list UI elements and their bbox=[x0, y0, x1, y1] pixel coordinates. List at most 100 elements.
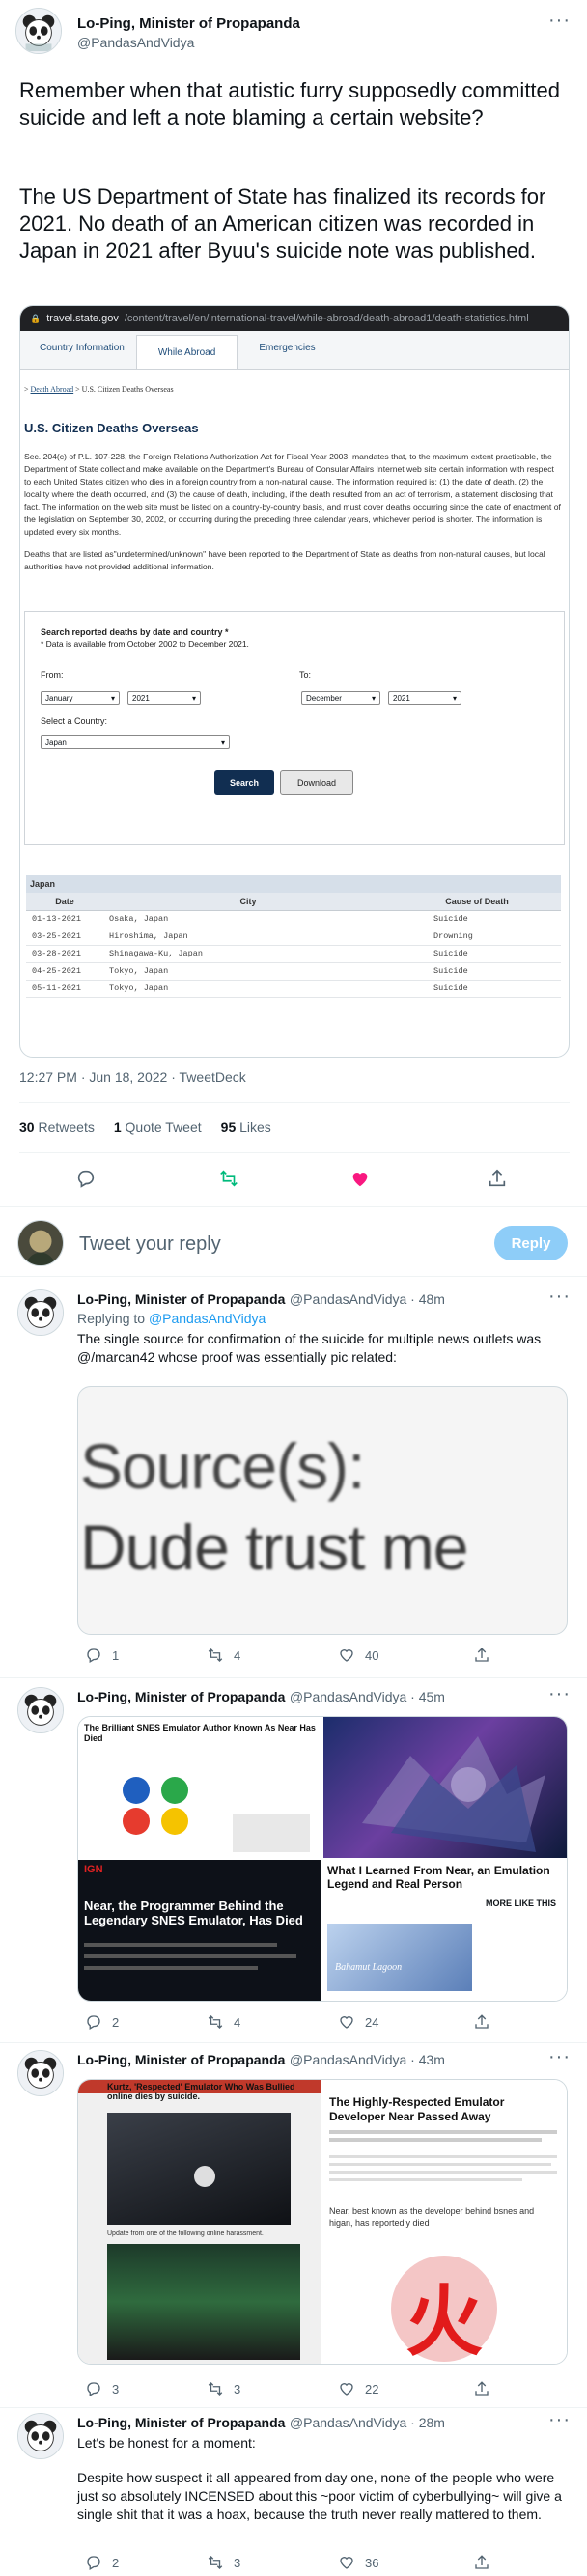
like-count[interactable]: 40 bbox=[338, 1647, 378, 1664]
like-count[interactable]: 36 bbox=[338, 2554, 378, 2571]
reply-image-grid[interactable]: The Brilliant SNES Emulator Author Known… bbox=[77, 1716, 568, 2002]
grid-image-ign[interactable]: IGN Near, the Programmer Behind the Lege… bbox=[78, 1860, 321, 2001]
to-month-select[interactable]: December ▾ bbox=[301, 691, 380, 705]
reply-count[interactable]: 2 bbox=[85, 2013, 119, 2031]
attached-screenshot[interactable]: 🔒 travel.state.gov/content/travel/en/int… bbox=[19, 305, 570, 1058]
pair-image-left[interactable]: Kurtz, 'Respected' Emulator Who Was Bull… bbox=[78, 2080, 321, 2364]
tweet-text-p2: The US Department of State has finalized… bbox=[19, 184, 546, 263]
tweet-timestamp[interactable]: 12:27 PM · Jun 18, 2022 · TweetDeck bbox=[19, 1069, 246, 1085]
reply-image-source[interactable]: Source(s): Dude trust me bbox=[77, 1386, 568, 1635]
author-name[interactable]: Lo-Ping, Minister of Propapanda bbox=[77, 2415, 285, 2430]
download-button[interactable]: Download bbox=[280, 770, 353, 795]
panda-avatar[interactable] bbox=[15, 8, 62, 54]
like-count[interactable]: 24 bbox=[338, 2013, 378, 2031]
page-heading: U.S. Citizen Deaths Overseas bbox=[24, 421, 199, 435]
article-title: Kurtz, 'Respected' Emulator Who Was Bull… bbox=[107, 2082, 295, 2101]
to-month-value: December bbox=[306, 693, 342, 703]
divider bbox=[19, 1152, 570, 1153]
tweet-stats: 30 Retweets 1 Quote Tweet 95 Likes bbox=[19, 1120, 271, 1135]
form-title: Search reported deaths by date and count… bbox=[41, 627, 229, 637]
panda-avatar-icon bbox=[18, 1688, 63, 1732]
tab-while-abroad: While Abroad bbox=[135, 335, 238, 369]
grid-image-article[interactable]: What I Learned From Near, an Emulation L… bbox=[323, 1860, 567, 2001]
text-line bbox=[329, 2163, 551, 2166]
reply-icon[interactable] bbox=[75, 1168, 97, 1194]
retweet-count-value: 3 bbox=[234, 2555, 241, 2570]
cell-cause: Suicide bbox=[393, 910, 561, 928]
more-icon[interactable]: ··· bbox=[548, 2409, 571, 2431]
reply-count-value: 2 bbox=[112, 2014, 120, 2030]
country-value: Japan bbox=[45, 737, 67, 747]
like-count-value: 36 bbox=[365, 2555, 379, 2570]
reply-button[interactable]: Reply bbox=[494, 1226, 568, 1260]
search-button[interactable]: Search bbox=[214, 770, 274, 795]
retweet-icon[interactable] bbox=[218, 1168, 239, 1194]
divider bbox=[0, 1206, 587, 1207]
likes-count: 95 bbox=[220, 1120, 237, 1135]
sidebar-thumbnail bbox=[233, 1814, 310, 1852]
panda-avatar[interactable] bbox=[17, 2050, 64, 2096]
retweet-count[interactable]: 4 bbox=[207, 2013, 240, 2031]
author-handle[interactable]: @PandasAndVidya · 28m bbox=[290, 2415, 445, 2430]
more-icon[interactable]: ··· bbox=[548, 1683, 571, 1705]
retweets-stat[interactable]: 30 Retweets bbox=[19, 1120, 95, 1135]
author-name[interactable]: Lo-Ping, Minister of Propapanda bbox=[77, 1689, 285, 1704]
reply-composer-input[interactable]: Tweet your reply bbox=[79, 1233, 221, 1256]
more-icon[interactable]: ··· bbox=[548, 1286, 571, 1308]
panda-avatar[interactable] bbox=[17, 1289, 64, 1336]
panda-avatar[interactable] bbox=[17, 2413, 64, 2459]
legal-paragraph: Sec. 204(c) of P.L. 107-228, the Foreign… bbox=[24, 452, 561, 537]
retweet-count-value: 4 bbox=[234, 2014, 241, 2030]
cell-cause: Suicide bbox=[393, 945, 561, 963]
more-icon[interactable]: ··· bbox=[548, 2046, 571, 2068]
lock-icon: 🔒 bbox=[30, 313, 42, 323]
author-name[interactable]: Lo-Ping, Minister of Propapanda bbox=[77, 1291, 285, 1307]
deaths-table-wrap: Japan Date City Cause of Death 01-13-202… bbox=[26, 875, 561, 998]
user-avatar[interactable] bbox=[17, 1220, 64, 1266]
author-handle[interactable]: @PandasAndVidya bbox=[77, 35, 194, 50]
retweet-count[interactable]: 3 bbox=[207, 2554, 240, 2571]
cell-date: 05-11-2021 bbox=[26, 980, 103, 998]
retweet-count[interactable]: 4 bbox=[207, 1647, 240, 1664]
reply-count[interactable]: 1 bbox=[85, 1647, 119, 1664]
quotes-stat[interactable]: 1 Quote Tweet bbox=[114, 1120, 202, 1135]
chevron-down-icon: ▾ bbox=[371, 693, 376, 703]
panda-avatar[interactable] bbox=[17, 1687, 64, 1733]
reply-count[interactable]: 2 bbox=[85, 2554, 119, 2571]
like-count-value: 24 bbox=[365, 2014, 379, 2030]
like-icon[interactable] bbox=[349, 1168, 371, 1194]
share-icon[interactable] bbox=[473, 2554, 490, 2576]
reply-image-pair[interactable]: Kurtz, 'Respected' Emulator Who Was Bull… bbox=[77, 2079, 568, 2365]
article-title: The Highly-Respected Emulator Developer … bbox=[329, 2095, 505, 2123]
to-year-value: 2021 bbox=[393, 693, 410, 703]
from-year-select[interactable]: 2021 ▾ bbox=[127, 691, 201, 705]
retweet-count[interactable]: 3 bbox=[207, 2380, 240, 2397]
grid-image-kotaku[interactable]: The Brilliant SNES Emulator Author Known… bbox=[78, 1717, 321, 1858]
country-select[interactable]: Japan ▾ bbox=[41, 735, 230, 749]
share-icon[interactable] bbox=[487, 1168, 508, 1194]
image-caption: Update from one of the following online … bbox=[107, 2230, 264, 2237]
author-name[interactable]: Lo-Ping, Minister of Propapanda bbox=[77, 15, 300, 32]
search-form: Search reported deaths by date and count… bbox=[24, 611, 565, 845]
pair-image-right[interactable]: The Highly-Respected Emulator Developer … bbox=[323, 2080, 567, 2364]
author-handle[interactable]: @PandasAndVidya · 45m bbox=[290, 1689, 445, 1704]
author-handle[interactable]: @PandasAndVidya · 43m bbox=[290, 2052, 445, 2067]
more-icon[interactable]: ··· bbox=[548, 10, 571, 32]
undetermined-paragraph: Deaths that are listed as"undetermined/u… bbox=[24, 549, 545, 571]
grid-image-art[interactable] bbox=[323, 1717, 567, 1858]
author-name[interactable]: Lo-Ping, Minister of Propapanda bbox=[77, 2052, 285, 2067]
to-year-select[interactable]: 2021 ▾ bbox=[388, 691, 461, 705]
chevron-down-icon: ▾ bbox=[452, 693, 457, 703]
dragon-art-image bbox=[362, 1736, 545, 1852]
replying-to-handle[interactable]: @PandasAndVidya bbox=[149, 1311, 266, 1326]
from-month-select[interactable]: January ▾ bbox=[41, 691, 120, 705]
country-label: Select a Country: bbox=[41, 716, 108, 726]
author-handle[interactable]: @PandasAndVidya · 48m bbox=[290, 1291, 445, 1307]
keyboard-photo bbox=[107, 2113, 291, 2225]
reply-count[interactable]: 3 bbox=[85, 2380, 119, 2397]
like-count[interactable]: 22 bbox=[338, 2380, 378, 2397]
share-icon[interactable] bbox=[473, 1647, 490, 1669]
likes-stat[interactable]: 95 Likes bbox=[221, 1120, 271, 1135]
share-icon[interactable] bbox=[473, 2013, 490, 2036]
share-icon[interactable] bbox=[473, 2380, 490, 2402]
